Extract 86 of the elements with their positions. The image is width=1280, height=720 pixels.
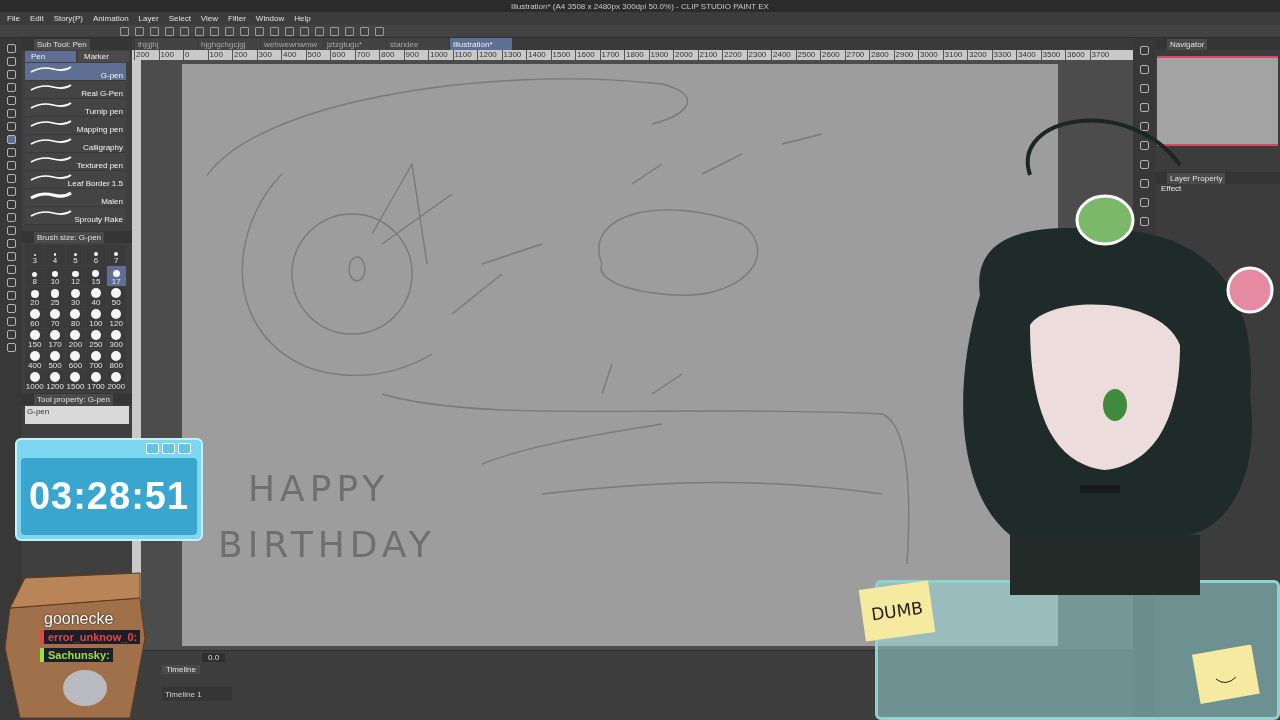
brush-size-option[interactable]: 12 [65,266,86,286]
tool-group-tab[interactable]: Pen [25,51,76,62]
brush-item[interactable]: G-pen [25,63,126,81]
brush-size-option[interactable]: 1000 [25,371,45,391]
brush-size-option[interactable]: 300 [106,329,126,349]
timer-time: 03:28:51 [28,475,190,518]
brush-stroke-icon [29,83,73,92]
brush-size-option[interactable]: 3 [25,245,45,265]
brush-size-option[interactable]: 10 [45,266,65,286]
brush-size-option[interactable]: 2000 [106,371,126,391]
panel-tab[interactable]: Navigator [1167,38,1208,50]
brush-size-option[interactable]: 15 [86,266,106,286]
brush-item[interactable]: Leaf Border 1.5 [25,171,126,189]
brush-item[interactable]: Mapping pen [25,117,126,135]
canvas-tab[interactable]: jztzgtugu* [324,38,386,50]
chat-username: error_unknow_0: [40,630,141,644]
brush-size-option[interactable]: 1200 [45,371,65,391]
panel-tab[interactable]: Sub Tool: Pen [34,38,90,50]
brush-size-option[interactable]: 60 [25,308,45,328]
canvas-tab[interactable]: standee [387,38,449,50]
brush-stroke-icon [29,209,73,218]
chat-title: goonecke [44,610,114,628]
brush-size-option[interactable]: 7 [106,245,126,265]
panel-tab[interactable]: Brush size: G-pen [34,231,105,243]
menu-item[interactable]: Layer [138,14,159,23]
panel-tab[interactable]: Timeline [162,664,200,674]
brush-item[interactable]: Malen [25,189,126,207]
brush-size-option[interactable]: 100 [86,308,106,328]
brush-size-option[interactable]: 40 [86,287,106,307]
panel-tab[interactable]: Layer Property [1167,172,1226,184]
brush-size-option[interactable]: 170 [45,329,65,349]
brush-stroke-icon [29,191,73,200]
window-title: Illustration* (A4 3508 x 2480px 300dpi 50.0%) - CLIP STUDIO PAINT EX [511,1,769,11]
canvas-tab[interactable]: Illustration* [450,38,512,50]
brush-size-option[interactable]: 17 [106,266,126,286]
brush-stroke-icon [29,173,73,182]
brush-size-option[interactable]: 1500 [65,371,86,391]
brush-size-option[interactable]: 4 [45,245,65,265]
menu-item[interactable]: Help [294,14,311,23]
brush-size-option[interactable]: 120 [106,308,126,328]
brush-size-option[interactable]: 700 [86,350,106,370]
brush-size-option[interactable]: 5 [65,245,86,265]
menu-item[interactable]: View [200,14,219,23]
brush-item[interactable]: Turnip pen [25,99,126,117]
menu-item[interactable]: File [7,14,20,23]
brush-item[interactable]: Calligraphy [25,135,126,153]
menu-item[interactable]: Select [168,14,191,23]
brush-item[interactable]: Sprouty Rake [25,207,126,225]
menu-item[interactable]: Window [255,14,285,23]
canvas-tab[interactable]: hjghgchgcjgj [198,38,260,50]
brush-stroke-icon [29,155,73,164]
brush-size-option[interactable]: 50 [106,287,126,307]
tool-group-tab[interactable]: Marker [78,51,129,62]
frame-field[interactable]: 0.0 [202,652,226,662]
canvas-tab[interactable]: wehwewnwmw [261,38,323,50]
brush-size-option[interactable]: 25 [45,287,65,307]
brush-size-option[interactable]: 200 [65,329,86,349]
menu-item[interactable]: Edit [29,14,44,23]
brush-item[interactable]: Real G-Pen [25,81,126,99]
brush-size-option[interactable]: 30 [65,287,86,307]
brush-stroke-icon [29,137,73,146]
canvas-tab[interactable]: lhjgjhj [135,38,197,50]
menu-item[interactable]: Story(P) [53,14,84,23]
effect-label: Effect [1160,184,1183,193]
panel-tab[interactable]: Tool property: G-pen [34,393,113,405]
brush-size-option[interactable]: 8 [25,266,45,286]
brush-size-option[interactable]: 400 [25,350,45,370]
chat-username: Sachunsky: [40,648,113,662]
brush-item[interactable]: Textured pen [25,153,126,171]
timeline-track[interactable]: Timeline 1 [162,687,232,701]
menu-item[interactable]: Animation [93,14,129,23]
brush-preview: G-pen [25,406,129,424]
menu-item[interactable]: Filter [228,14,246,23]
brush-size-option[interactable]: 800 [106,350,126,370]
brush-size-option[interactable]: 250 [86,329,106,349]
brush-stroke-icon [29,65,73,74]
brush-size-option[interactable]: 500 [45,350,65,370]
brush-stroke-icon [29,119,73,128]
brush-size-option[interactable]: 80 [65,308,86,328]
brush-size-option[interactable]: 70 [45,308,65,328]
brush-size-option[interactable]: 150 [25,329,45,349]
brush-size-option[interactable]: 20 [25,287,45,307]
brush-stroke-icon [29,101,73,110]
brush-size-option[interactable]: 6 [86,245,106,265]
brush-size-option[interactable]: 600 [65,350,86,370]
brush-size-option[interactable]: 1700 [86,371,106,391]
